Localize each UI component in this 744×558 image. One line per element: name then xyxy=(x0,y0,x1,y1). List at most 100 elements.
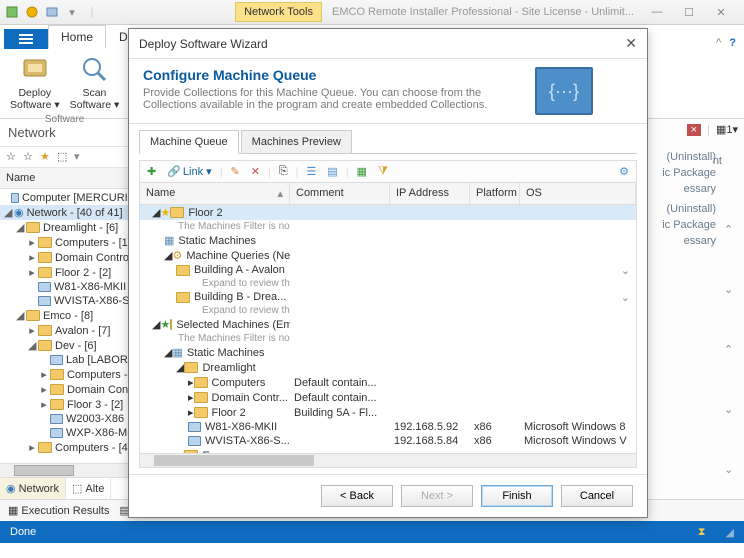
toolbar-icon[interactable]: ⬚ xyxy=(57,150,71,164)
tree-row[interactable]: ▸Floor 2 - [2] xyxy=(0,265,143,280)
finish-button[interactable]: Finish xyxy=(481,485,553,507)
grid-row[interactable]: W81-X86-MKII192.168.5.92x86Microsoft Win… xyxy=(140,420,636,434)
qat-item-icon[interactable] xyxy=(4,4,20,20)
scan-software-button[interactable]: Scan Software ▾ xyxy=(70,53,120,111)
edit-button[interactable]: ✎ xyxy=(228,164,243,179)
qat-dropdown-icon[interactable]: ▾ xyxy=(64,4,80,20)
resize-grip-icon[interactable]: ◢ xyxy=(726,526,734,539)
grid-row[interactable]: Building A - Avalon⌄ xyxy=(140,263,636,277)
network-panel: Network ☆ ☆ ★ ⬚ ▾ Name Computer [MERCURI… xyxy=(0,119,144,499)
grid-row[interactable]: Expand to review the Machine Query summa… xyxy=(140,304,636,317)
tree-row[interactable]: ◢◉Network - [40 of 41] xyxy=(0,205,143,220)
help-icon[interactable]: ? xyxy=(729,37,736,49)
grid-row[interactable]: The Machines Filter is not defined (use … xyxy=(140,332,636,345)
tree-row[interactable]: ◢Dreamlight - [6] xyxy=(0,220,143,235)
dialog-titlebar[interactable]: Deploy Software Wizard ✕ xyxy=(129,29,647,59)
tree-row[interactable]: ▸Domain Control xyxy=(0,250,143,265)
column-header-name[interactable]: Name xyxy=(0,168,143,189)
grid-row[interactable]: ◢Dreamlight xyxy=(140,360,636,375)
column-ip[interactable]: IP Address xyxy=(390,183,470,204)
grid-row[interactable]: ◢⚙Machine Queries (Ne... xyxy=(140,248,636,263)
network-tree[interactable]: Computer [MERCURIUS◢◉Network - [40 of 41… xyxy=(0,189,143,463)
grid-row[interactable]: Building B - Drea...⌄ xyxy=(140,290,636,304)
column-platform[interactable]: Platform xyxy=(470,183,520,204)
grid-row[interactable]: ◢★Selected Machines (Emb... xyxy=(140,317,636,332)
horizontal-scrollbar[interactable] xyxy=(0,463,143,477)
back-button[interactable]: < Back xyxy=(321,485,393,507)
page-nav-icon[interactable]: ▦1▾ xyxy=(716,123,738,136)
grid-row[interactable]: WVISTA-X86-S...192.168.5.84x86Microsoft … xyxy=(140,434,636,448)
tab-alt[interactable]: ⬚Alte xyxy=(66,478,111,499)
ribbon-group-software: Deploy Software ▾ Scan Software ▾ Softwa… xyxy=(0,49,130,118)
grid-horizontal-scrollbar[interactable] xyxy=(139,454,637,468)
grid-row[interactable]: ◢▦Static Machines xyxy=(140,345,636,360)
add-button[interactable]: ✚ xyxy=(144,164,159,179)
dialog-close-button[interactable]: ✕ xyxy=(625,35,637,52)
expand-chevron-icon[interactable]: ⌃ xyxy=(724,223,738,236)
qat-item-icon[interactable] xyxy=(24,4,40,20)
collapse-chevron-icon[interactable]: ⌄ xyxy=(724,463,738,476)
next-button[interactable]: Next > xyxy=(401,485,473,507)
tree-row[interactable]: Computer [MERCURIUS xyxy=(0,191,143,205)
cancel-button[interactable]: Cancel xyxy=(561,485,633,507)
tree-row[interactable]: ▸Computers - [ xyxy=(0,367,143,382)
tab-execution-results[interactable]: ▦Execution Results xyxy=(4,504,113,517)
dialog-heading: Configure Machine Queue xyxy=(143,67,523,83)
close-button[interactable]: ✕ xyxy=(708,6,734,19)
tree-row[interactable]: ▸Floor 3 - [2] xyxy=(0,397,143,412)
dialog-subtitle: Provide Collections for this Machine Que… xyxy=(143,87,523,111)
deploy-icon xyxy=(19,53,51,85)
view-tree-button[interactable]: ☰ xyxy=(304,164,320,179)
tree-row[interactable]: W2003-X86 xyxy=(0,412,143,426)
tree-row[interactable]: WVISTA-X86-SP1 xyxy=(0,294,143,308)
tree-row[interactable]: WXP-X86-MK xyxy=(0,426,143,440)
file-menu-button[interactable] xyxy=(4,29,48,49)
tab-network[interactable]: ◉Network xyxy=(0,478,66,499)
tree-row[interactable]: ▸Avalon - [7] xyxy=(0,323,143,338)
grid-row[interactable]: The Machines Filter is not defined (use … xyxy=(140,220,636,233)
tree-row[interactable]: ▸Computers - [4] xyxy=(0,440,143,455)
close-tab-icon[interactable]: × xyxy=(687,124,701,136)
qat-item-icon[interactable] xyxy=(44,4,60,20)
tree-row[interactable]: ◢Emco - [8] xyxy=(0,308,143,323)
column-comment[interactable]: Comment xyxy=(290,183,390,204)
tree-row[interactable]: ◢Dev - [6] xyxy=(0,338,143,353)
contextual-tab-network-tools[interactable]: Network Tools xyxy=(235,2,322,22)
copy-button[interactable]: ⎘ xyxy=(276,164,291,179)
tab-machine-queue[interactable]: Machine Queue xyxy=(139,130,239,154)
tab-home[interactable]: Home xyxy=(48,25,106,49)
toolbar-icon[interactable]: ☆ xyxy=(23,150,37,164)
delete-button[interactable]: ✕ xyxy=(248,164,263,179)
view-flat-button[interactable]: ▤ xyxy=(324,164,340,179)
background-text: essary xyxy=(662,181,744,197)
grid-row[interactable]: ▦Static Machines xyxy=(140,233,636,248)
column-os[interactable]: OS xyxy=(520,183,636,204)
expand-chevron-icon[interactable]: ⌃ xyxy=(724,343,738,356)
toolbar-icon[interactable]: ☆ xyxy=(6,150,20,164)
link-dropdown[interactable]: 🔗Link ▾ xyxy=(164,164,214,179)
tree-row[interactable]: Lab [LABORA xyxy=(0,353,143,367)
maximize-button[interactable]: ☐ xyxy=(676,6,702,19)
tab-machines-preview[interactable]: Machines Preview xyxy=(241,130,352,154)
settings-gear-icon[interactable]: ⚙ xyxy=(616,164,632,179)
grid-row[interactable]: Expand to review the Machine Query summa… xyxy=(140,277,636,290)
grid-row[interactable]: ◢★Floor 2 xyxy=(140,205,636,220)
toolbar-icon[interactable]: ★ xyxy=(40,150,54,164)
toolbar-dropdown-icon[interactable]: ▾ xyxy=(74,150,88,164)
tree-row[interactable]: ▸Computers - [1] xyxy=(0,235,143,250)
tree-row[interactable]: W81-X86-MKII xyxy=(0,280,143,294)
grid-row[interactable]: ▸Floor 2Building 5A - Fl... xyxy=(140,405,636,420)
tree-row[interactable]: ▸Domain Cont xyxy=(0,382,143,397)
collapse-chevron-icon[interactable]: ⌄ xyxy=(724,283,738,296)
column-name[interactable]: Name ▴ xyxy=(140,183,290,204)
machine-queue-grid[interactable]: ◢★Floor 2The Machines Filter is not defi… xyxy=(139,205,637,454)
deploy-software-button[interactable]: Deploy Software ▾ xyxy=(10,53,60,111)
background-text: (Uninstall) xyxy=(662,149,744,165)
columns-button[interactable]: ▦ xyxy=(354,164,370,179)
minimize-button[interactable]: — xyxy=(644,6,670,19)
ribbon-collapse-icon[interactable]: ^ xyxy=(716,37,721,49)
collapse-chevron-icon[interactable]: ⌄ xyxy=(724,403,738,416)
grid-row[interactable]: ▸ComputersDefault contain... xyxy=(140,375,636,390)
grid-row[interactable]: ▸Domain Contr...Default contain... xyxy=(140,390,636,405)
filter-button[interactable]: ⧩ xyxy=(375,164,391,179)
